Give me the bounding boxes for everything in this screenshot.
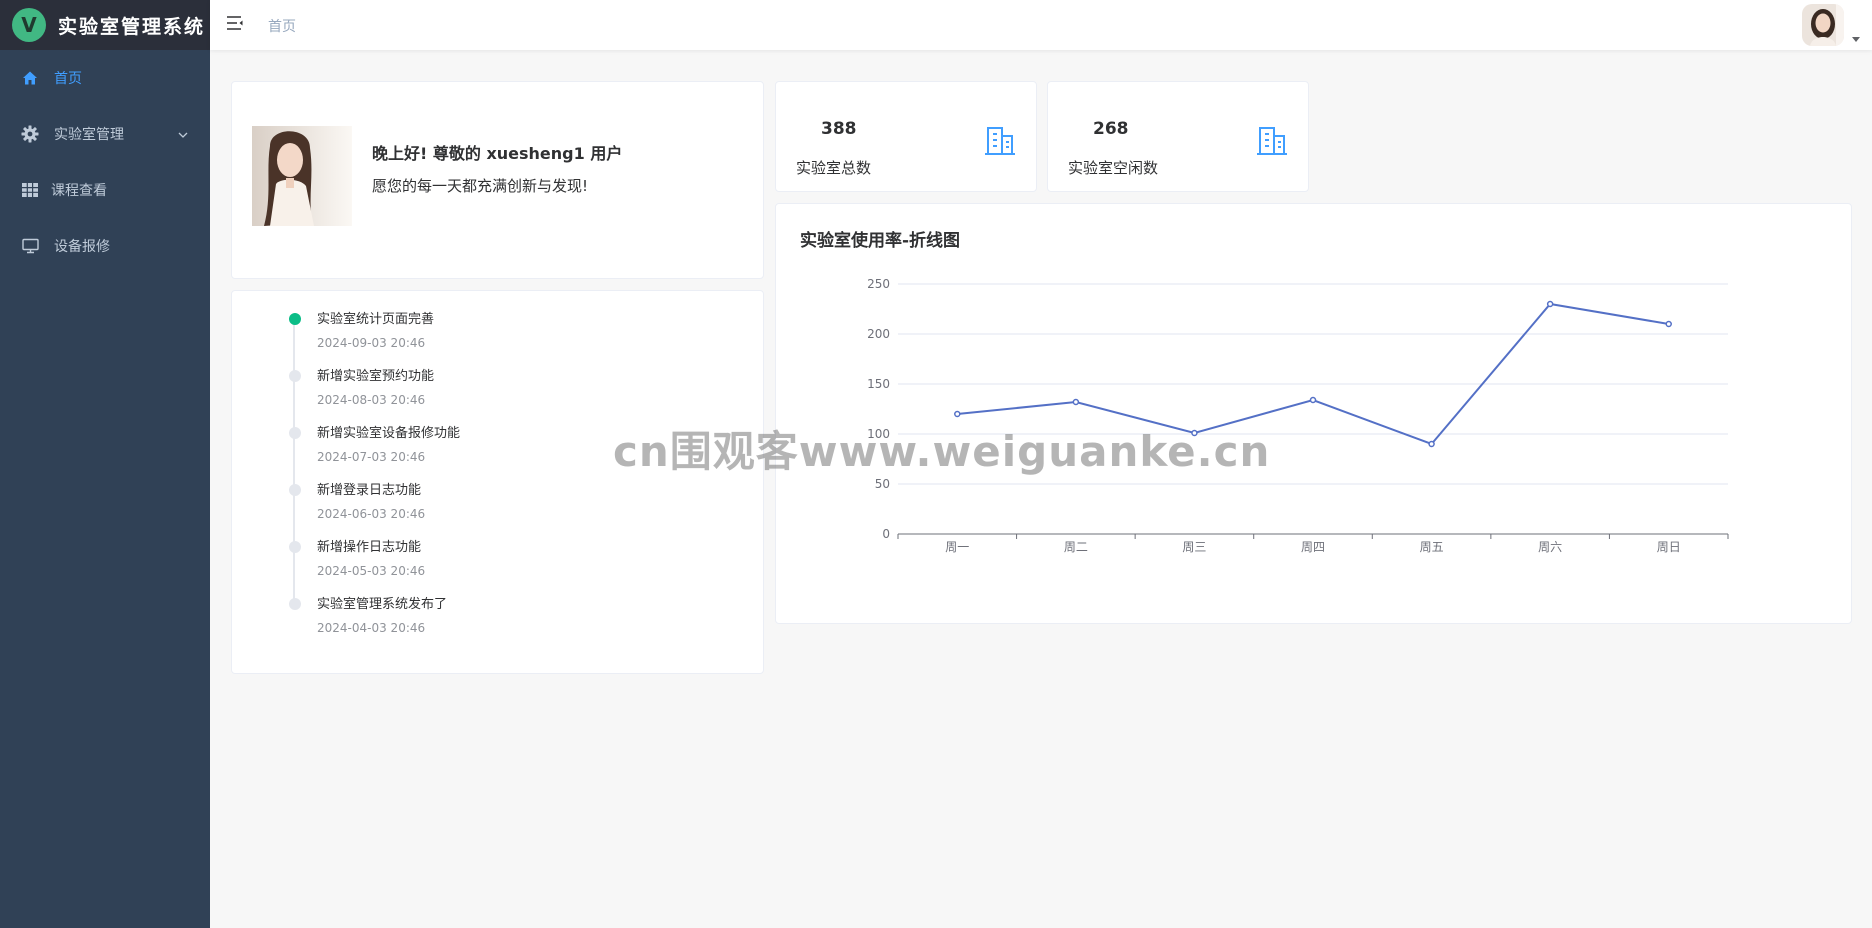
timeline-item: 新增实验室预约功能 2024-08-03 20:46 — [289, 364, 460, 433]
vue-logo-icon: V — [12, 8, 46, 42]
x-tick-label: 周六 — [1538, 540, 1562, 554]
timeline-content: 新增实验室预约功能 — [317, 369, 435, 384]
sidebar-item-lab-management[interactable]: 实验室管理 — [0, 106, 210, 162]
y-tick-label: 250 — [867, 277, 890, 291]
sidebar-item-equipment-repair[interactable]: 设备报修 — [0, 218, 210, 274]
timeline-content: 实验室管理系统发布了 — [317, 597, 448, 612]
timeline-content: 实验室统计页面完善 — [317, 312, 435, 327]
timeline-item: 新增操作日志功能 2024-05-03 20:46 — [289, 535, 460, 604]
home-icon — [21, 69, 39, 87]
x-tick-label: 周一 — [945, 540, 969, 554]
stat-label: 实验室总数 — [796, 159, 872, 177]
sidebar-item-label: 实验室管理 — [54, 127, 124, 143]
sidebar-menu: 首页 实验室管理 课程查看 设备报修 — [0, 50, 210, 274]
sidebar-item-label: 首页 — [54, 71, 82, 87]
y-tick-label: 50 — [875, 477, 890, 491]
timeline-timestamp: 2024-05-03 20:46 — [317, 564, 426, 578]
data-point — [1428, 440, 1435, 448]
app-title: 实验室管理系统 — [58, 15, 206, 38]
building-icon — [984, 126, 1016, 160]
timeline-item: 新增实验室设备报修功能 2024-07-03 20:46 — [289, 421, 461, 490]
y-tick-label: 150 — [867, 377, 890, 391]
sidebar-item-course-view[interactable]: 课程查看 — [0, 162, 210, 218]
timeline-content: 新增实验室设备报修功能 — [317, 426, 461, 441]
timeline-timestamp: 2024-07-03 20:46 — [317, 450, 426, 464]
timeline-timestamp: 2024-04-03 20:46 — [317, 621, 426, 635]
user-photo — [252, 126, 352, 226]
gear-icon — [21, 125, 39, 143]
x-tick-label: 周二 — [1064, 540, 1088, 554]
timeline-timestamp: 2024-06-03 20:46 — [317, 507, 426, 521]
stat-value: 388 — [821, 119, 857, 139]
timeline-dot — [289, 541, 301, 553]
timeline-timestamp: 2024-08-03 20:46 — [317, 393, 426, 407]
stat-card-lab-idle: 268 实验室空闲数 — [1047, 81, 1309, 192]
data-point — [1191, 429, 1198, 437]
building-icon — [1256, 126, 1288, 160]
timeline: 实验室统计页面完善 2024-09-03 20:46 新增实验室预约功能 202… — [289, 307, 460, 649]
data-point — [1309, 396, 1317, 404]
series-line — [957, 302, 1669, 446]
welcome-wish: 愿您的每一天都充满创新与发现! — [372, 177, 589, 195]
sidebar: V 实验室管理系统 首页 实验室管理 课程查看 设备报修 — [0, 0, 210, 928]
usage-chart-card: 实验室使用率-折线图 0 50 100 150 200 250 周一 周二 周三 周四 周五 周六 周日 — [775, 203, 1852, 624]
timeline-item: 新增登录日志功能 2024-06-03 20:46 — [289, 478, 460, 547]
usage-line-chart: 0 50 100 150 200 250 周一 周二 周三 周四 周五 周六 周日 — [867, 277, 1729, 554]
top-navbar: 首页 — [210, 0, 1872, 50]
sidebar-item-home[interactable]: 首页 — [0, 50, 210, 106]
monitor-icon — [21, 237, 39, 255]
timeline-dot — [289, 427, 301, 439]
chevron-down-icon — [178, 127, 188, 143]
user-menu[interactable] — [1802, 4, 1860, 46]
caret-down-icon — [1852, 27, 1860, 46]
timeline-dot — [289, 484, 301, 496]
timeline-dot — [289, 598, 301, 610]
timeline-item: 实验室管理系统发布了 2024-04-03 20:46 — [289, 592, 460, 649]
x-tick-label: 周三 — [1182, 540, 1206, 554]
breadcrumb[interactable]: 首页 — [268, 16, 296, 36]
grid-icon — [21, 181, 39, 199]
timeline-item: 实验室统计页面完善 2024-09-03 20:46 — [289, 307, 460, 376]
brand[interactable]: V 实验室管理系统 — [0, 0, 210, 50]
timeline-content: 新增登录日志功能 — [317, 483, 422, 498]
x-tick-label: 周四 — [1301, 540, 1325, 554]
data-point — [1072, 398, 1080, 406]
stat-value: 268 — [1093, 119, 1129, 139]
welcome-greeting: 晚上好! 尊敬的 xuesheng1 用户 — [372, 144, 623, 163]
sidebar-item-label: 设备报修 — [54, 239, 110, 255]
timeline-timestamp: 2024-09-03 20:46 — [317, 336, 426, 350]
y-tick-label: 0 — [882, 527, 890, 541]
timeline-dot — [289, 370, 301, 382]
data-point — [954, 410, 961, 418]
timeline-content: 新增操作日志功能 — [317, 540, 422, 555]
data-point — [1665, 320, 1672, 328]
y-tick-label: 100 — [867, 427, 890, 441]
changelog-timeline-card: 实验室统计页面完善 2024-09-03 20:46 新增实验室预约功能 202… — [231, 290, 764, 674]
avatar[interactable] — [1802, 4, 1844, 46]
welcome-card: 晚上好! 尊敬的 xuesheng1 用户 愿您的每一天都充满创新与发现! — [231, 81, 764, 279]
y-tick-label: 200 — [867, 327, 890, 341]
data-point — [1546, 300, 1554, 308]
stat-card-lab-total: 388 实验室总数 — [775, 81, 1037, 192]
sidebar-item-label: 课程查看 — [51, 183, 107, 199]
timeline-dot — [289, 313, 301, 325]
collapse-sidebar-icon[interactable] — [226, 15, 246, 35]
x-tick-label: 周五 — [1420, 540, 1444, 554]
stat-label: 实验室空闲数 — [1068, 159, 1159, 177]
x-tick-label: 周日 — [1657, 540, 1681, 554]
